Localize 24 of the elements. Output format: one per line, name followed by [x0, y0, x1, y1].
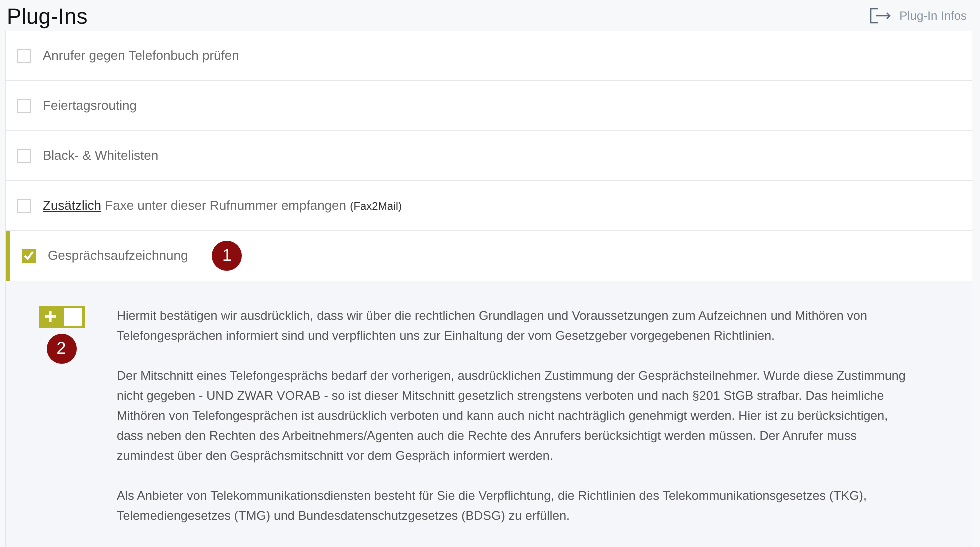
- plugin-row[interactable]: Anrufer gegen Telefonbuch prüfen: [6, 31, 972, 81]
- disclaimer-paragraph: Der Mitschnitt eines Telefongesprächs bedarf der vorherigen, ausdrücklichen Zustimmung der Gesprächsteilnehmer. Wurde diese Zustimmung nicht gegeben - UND ZWAR VORAB - so ist dieser Mitschnitt gesetzlich strengstens verboten und nach §201 StGB strafbar. Das heimliche Mithören von Telefongesprächen ist ausdrücklich verboten und kann auch nicht nachträglich genehmigt werden. Hier ist zu berücksichtigen, dass neben den Rechten des Arbeitnehmers/Agenten auch die Rechte des Anrufers berücksichtigt werden müssen. Der Anrufer muss zumindest über den Gesprächsmitschnitt vor dem Gespräch informiert werden.: [117, 368, 907, 465]
- exit-icon: [870, 8, 892, 24]
- checkbox[interactable]: [17, 198, 31, 212]
- checkbox[interactable]: [22, 249, 36, 263]
- plugin-row[interactable]: Feiertagsrouting: [6, 81, 972, 131]
- callout-marker: 2: [46, 334, 76, 364]
- plugin-label: Black- & Whitelisten: [43, 146, 159, 165]
- plugin-info-link[interactable]: Plug-In Infos: [870, 7, 967, 25]
- plugin-row[interactable]: Zusätzlich Faxe unter dieser Rufnummer empfangen (Fax2Mail): [6, 181, 972, 231]
- plugin-label: Zusätzlich Faxe unter dieser Rufnummer empfangen (Fax2Mail): [43, 196, 402, 215]
- plugin-label: Gesprächsaufzeichnung: [48, 247, 188, 266]
- plugin-row[interactable]: Gesprächsaufzeichnung 1: [6, 231, 972, 281]
- checkbox[interactable]: [17, 148, 31, 162]
- page-title: Plug-Ins: [7, 3, 88, 31]
- callout-marker: 1: [212, 241, 242, 271]
- link[interactable]: Zusätzlich: [43, 198, 102, 213]
- plugin-label: Feiertagsrouting: [43, 96, 137, 115]
- checkbox[interactable]: [17, 98, 31, 112]
- disclaimer-paragraph: Hiermit bestätigen wir ausdrücklich, dass wir über die rechtlichen Grundlagen und Voraussetzungen zum Aufzeichnen und Mithören von Telefongesprächen informiert sind und verpflichten uns zur Einhaltung der vom Gesetzgeber vorgegebenen Richtlinien.: [117, 308, 868, 345]
- plugin-label: Anrufer gegen Telefonbuch prüfen: [43, 46, 240, 65]
- plugin-row[interactable]: Black- & Whitelisten: [6, 131, 972, 181]
- checkbox[interactable]: [17, 48, 31, 62]
- disclaimer-paragraph: Als Anbieter von Telekommunikationsdiensten besteht für Sie die Verpflichtung, die Richtlinien des Telekommunikationsgesetzes (TKG), Telemediengesetzes (TMG) und Bundesdatenschutzgesetzes (BDSG) zu erfüllen.: [117, 488, 868, 525]
